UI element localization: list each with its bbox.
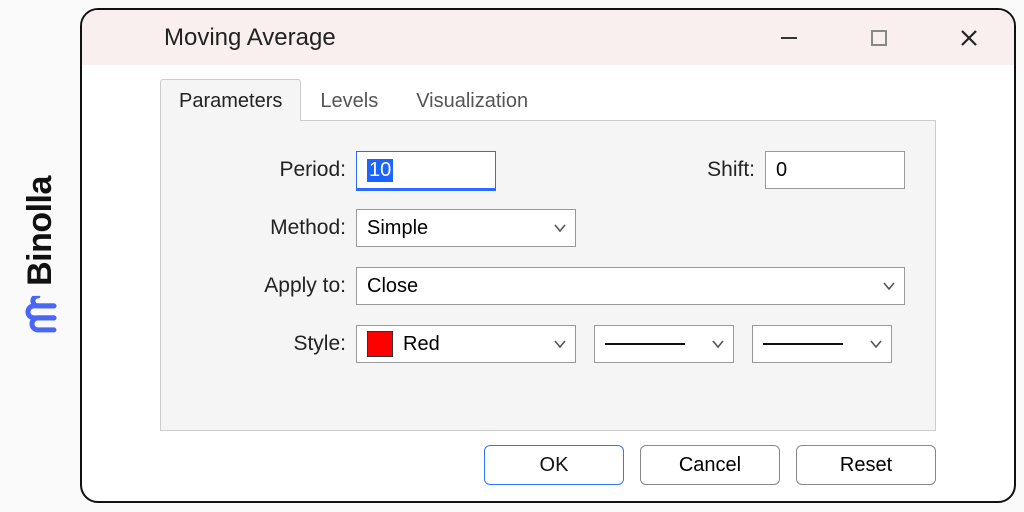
titlebar: Moving Average [82, 10, 1014, 65]
apply-value: Close [367, 275, 418, 298]
moving-average-dialog: Moving Average Parameters Levels Visuali… [80, 8, 1016, 503]
chevron-down-icon [551, 335, 569, 353]
chevron-down-icon [880, 277, 898, 295]
color-swatch [367, 331, 393, 357]
chevron-down-icon [867, 335, 885, 353]
chevron-down-icon [551, 219, 569, 237]
maximize-icon [870, 29, 888, 47]
style-label: Style: [191, 332, 356, 356]
reset-button[interactable]: Reset [796, 445, 936, 485]
shift-label: Shift: [707, 158, 755, 182]
minimize-button[interactable] [744, 10, 834, 65]
ok-button[interactable]: OK [484, 445, 624, 485]
period-label: Period: [191, 158, 356, 182]
apply-combo[interactable]: Close [356, 267, 905, 305]
minimize-icon [779, 28, 799, 48]
dialog-footer: OK Cancel Reset [82, 431, 1014, 501]
apply-label: Apply to: [191, 274, 356, 298]
style-dash-combo[interactable] [594, 325, 734, 363]
period-value: 10 [367, 159, 393, 182]
period-input[interactable]: 10 [356, 151, 496, 189]
shift-input[interactable]: 0 [765, 151, 905, 189]
maximize-button[interactable] [834, 10, 924, 65]
style-color-value: Red [403, 333, 440, 356]
style-width-combo[interactable] [752, 325, 892, 363]
tab-visualization[interactable]: Visualization [397, 79, 547, 121]
brand-logo-icon [20, 296, 60, 336]
line-width-sample [763, 343, 867, 345]
shift-value: 0 [776, 159, 787, 182]
method-label: Method: [191, 216, 356, 240]
line-dash-sample [605, 343, 709, 345]
close-icon [959, 28, 979, 48]
tabstrip: Parameters Levels Visualization [160, 77, 936, 121]
window-title: Moving Average [164, 24, 336, 52]
tab-levels[interactable]: Levels [301, 79, 397, 121]
parameters-panel: Period: 10 Shift: 0 Method: [160, 121, 936, 431]
brand-name: Binolla [21, 176, 60, 286]
tab-parameters[interactable]: Parameters [160, 79, 301, 121]
cancel-button[interactable]: Cancel [640, 445, 780, 485]
style-color-combo[interactable]: Red [356, 325, 576, 363]
chevron-down-icon [709, 335, 727, 353]
method-value: Simple [367, 217, 428, 240]
method-combo[interactable]: Simple [356, 209, 576, 247]
close-button[interactable] [924, 10, 1014, 65]
brand-watermark: Binolla [0, 0, 80, 512]
